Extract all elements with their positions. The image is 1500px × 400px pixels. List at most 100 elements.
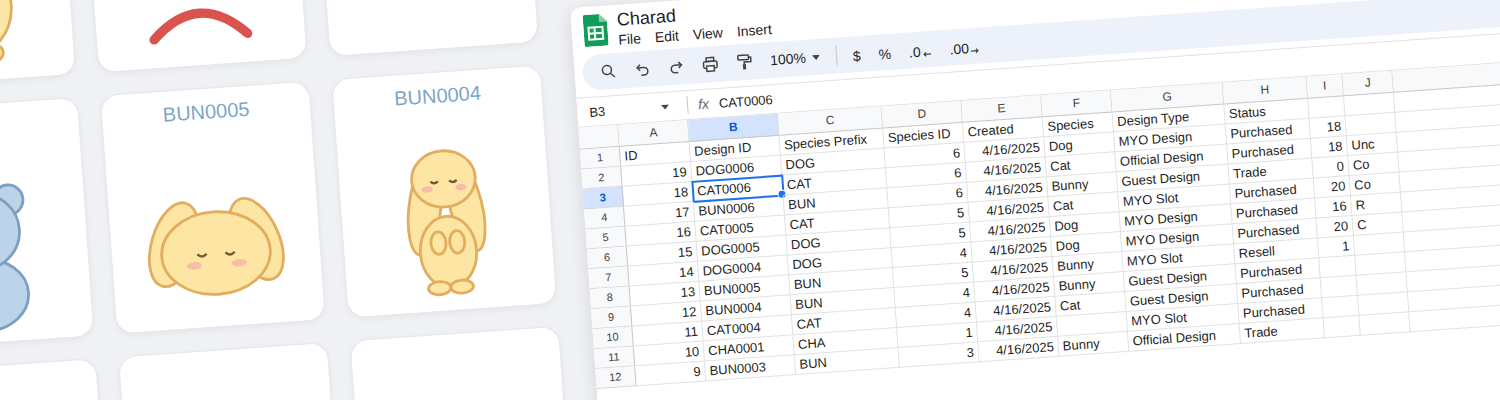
- character-card[interactable]: [0, 358, 113, 400]
- cell[interactable]: Dog: [1050, 212, 1121, 237]
- character-card[interactable]: [118, 342, 344, 400]
- menu-item[interactable]: View: [692, 23, 723, 43]
- cell[interactable]: [1308, 96, 1345, 118]
- cell[interactable]: 18: [1311, 136, 1348, 158]
- cell[interactable]: 4/16/2025: [974, 277, 1055, 303]
- undo-button[interactable]: [627, 54, 657, 84]
- cell[interactable]: CAT0004: [702, 315, 793, 341]
- cell[interactable]: Resell: [1234, 238, 1319, 264]
- cell[interactable]: Purchased: [1238, 298, 1323, 324]
- menu-item[interactable]: Edit: [654, 26, 679, 46]
- cell[interactable]: BUN: [791, 288, 896, 315]
- cell[interactable]: Trade: [1240, 318, 1325, 344]
- cell[interactable]: 4: [894, 282, 975, 308]
- cell[interactable]: 10: [634, 341, 705, 366]
- cell[interactable]: 4/16/2025: [966, 157, 1047, 183]
- cell[interactable]: CAT: [785, 208, 890, 235]
- column-header[interactable]: F: [1041, 90, 1112, 117]
- cell[interactable]: Created: [963, 117, 1044, 143]
- cell[interactable]: 6: [885, 143, 966, 169]
- character-card[interactable]: [81, 0, 307, 73]
- redo-button[interactable]: [661, 52, 691, 82]
- cell[interactable]: Purchased: [1235, 258, 1320, 284]
- cell[interactable]: Species ID: [883, 123, 964, 149]
- character-card[interactable]: [313, 0, 539, 57]
- cell[interactable]: [1321, 276, 1358, 298]
- cell[interactable]: Dog: [1044, 132, 1115, 157]
- cell[interactable]: 5: [889, 203, 970, 229]
- format-button[interactable]: $: [846, 43, 867, 64]
- menu-item[interactable]: Insert: [736, 20, 772, 40]
- cell[interactable]: Cat: [1046, 152, 1117, 177]
- cell[interactable]: BUN0004: [701, 295, 792, 321]
- cell[interactable]: CHA0001: [704, 335, 795, 361]
- cell[interactable]: CAT0006: [692, 176, 783, 202]
- cell[interactable]: 16: [625, 222, 696, 247]
- column-header[interactable]: A: [618, 120, 689, 147]
- cell[interactable]: 4/16/2025: [977, 317, 1058, 343]
- cell[interactable]: 15: [627, 242, 698, 267]
- cell[interactable]: Species: [1043, 112, 1114, 137]
- cell[interactable]: DOG: [786, 228, 891, 255]
- cell[interactable]: [1057, 312, 1128, 337]
- cell[interactable]: [1319, 256, 1356, 278]
- cell[interactable]: 6: [886, 163, 967, 189]
- character-card[interactable]: [0, 97, 95, 351]
- cell[interactable]: DOG0006: [691, 156, 782, 182]
- cell[interactable]: 5: [890, 223, 971, 249]
- cell[interactable]: CHA: [793, 328, 898, 355]
- cell[interactable]: [1323, 316, 1360, 338]
- cell[interactable]: Bunny: [1047, 172, 1118, 197]
- cell[interactable]: CAT0005: [695, 216, 786, 242]
- cell[interactable]: DOG0005: [697, 235, 788, 261]
- search-button[interactable]: [594, 57, 624, 87]
- cell[interactable]: 4: [892, 243, 973, 269]
- character-card[interactable]: BUN0005: [100, 81, 326, 335]
- cell[interactable]: Purchased: [1230, 179, 1315, 205]
- cell[interactable]: 4/16/2025: [970, 217, 1051, 243]
- cell[interactable]: BUN: [789, 268, 894, 295]
- select-all-corner[interactable]: [578, 125, 619, 150]
- formula-input[interactable]: CAT0006: [718, 92, 773, 111]
- column-header[interactable]: C: [778, 107, 883, 136]
- cell[interactable]: 12: [631, 302, 702, 327]
- cell[interactable]: Dog: [1051, 232, 1122, 257]
- column-header[interactable]: B: [688, 114, 779, 142]
- row-header[interactable]: 12: [595, 366, 636, 389]
- column-header[interactable]: E: [961, 95, 1042, 123]
- cell[interactable]: 4/16/2025: [969, 197, 1050, 223]
- cell[interactable]: Bunny: [1054, 272, 1125, 297]
- character-card[interactable]: [0, 0, 76, 89]
- cell[interactable]: BUN0005: [699, 275, 790, 301]
- cell[interactable]: 4/16/2025: [971, 237, 1052, 263]
- column-header[interactable]: H: [1223, 77, 1308, 105]
- name-box[interactable]: B3: [577, 98, 678, 120]
- zoom-select[interactable]: 100%: [764, 48, 827, 68]
- cell[interactable]: Bunny: [1053, 252, 1124, 277]
- cell[interactable]: Purchased: [1237, 278, 1322, 304]
- cell[interactable]: Purchased: [1227, 139, 1312, 165]
- fill-handle[interactable]: [777, 189, 787, 199]
- cell[interactable]: Bunny: [1058, 332, 1129, 357]
- cell[interactable]: Trade: [1229, 159, 1314, 185]
- cell[interactable]: Purchased: [1233, 218, 1318, 244]
- cell[interactable]: 20: [1316, 216, 1353, 238]
- cell[interactable]: BUN: [795, 348, 900, 375]
- cell[interactable]: 3: [899, 342, 980, 368]
- cell[interactable]: Purchased: [1226, 119, 1311, 145]
- cell[interactable]: BUN0003: [705, 355, 796, 381]
- paint-format-button[interactable]: [729, 47, 759, 77]
- cell[interactable]: [1322, 296, 1359, 318]
- cell[interactable]: 1: [897, 322, 978, 348]
- character-card[interactable]: [349, 326, 575, 400]
- cell[interactable]: 17: [624, 202, 695, 227]
- cell[interactable]: DOG0004: [698, 255, 789, 281]
- cell[interactable]: 4/16/2025: [976, 297, 1057, 323]
- cell[interactable]: DOG: [788, 248, 893, 275]
- menu-item[interactable]: File: [618, 29, 642, 49]
- cell[interactable]: BUN: [784, 188, 889, 215]
- cell[interactable]: 4/16/2025: [973, 257, 1054, 283]
- cell[interactable]: BUN0006: [694, 196, 785, 222]
- cell[interactable]: 4/16/2025: [978, 337, 1059, 363]
- cell[interactable]: 16: [1315, 196, 1352, 218]
